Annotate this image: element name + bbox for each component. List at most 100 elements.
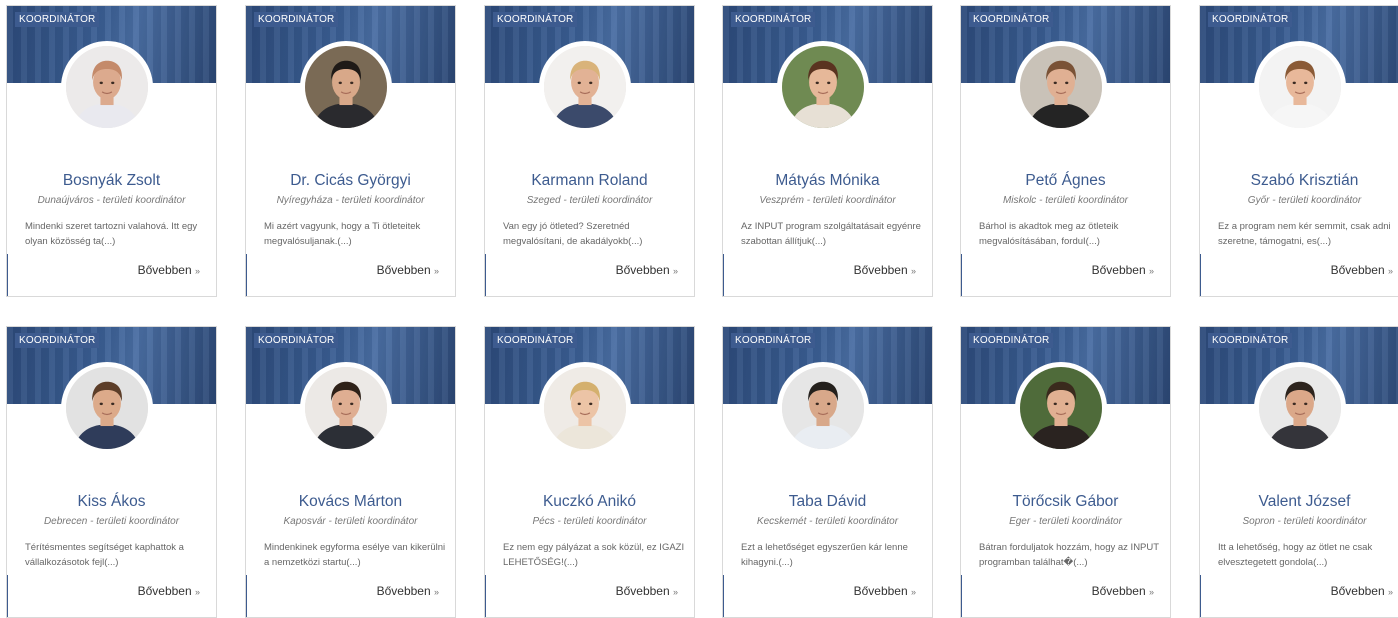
role-badge: KOORDINÁTOR bbox=[15, 333, 100, 348]
coordinator-description: Bátran forduljatok hozzám, hogy az INPUT… bbox=[979, 542, 1159, 568]
read-more-link[interactable]: Bővebben » bbox=[377, 263, 439, 277]
role-badge: KOORDINÁTOR bbox=[493, 12, 578, 27]
read-more-link[interactable]: Bővebben » bbox=[1331, 263, 1393, 277]
coordinator-name[interactable]: Valent József bbox=[1200, 493, 1398, 511]
coordinator-grid: KOORDINÁTOR Bosnyák Zsolt Dunaújváros - … bbox=[0, 0, 1398, 618]
coordinator-role: Dunaújváros - területi koordinátor bbox=[37, 195, 186, 206]
card-corner-accent bbox=[485, 254, 528, 296]
coordinator-description: Van egy jó ötleted? Szeretnéd megvalósít… bbox=[503, 221, 643, 247]
avatar[interactable] bbox=[1254, 362, 1346, 454]
read-more-link[interactable]: Bővebben » bbox=[854, 584, 916, 598]
coordinator-card[interactable]: KOORDINÁTOR Kiss Ákos Debrecen - terület… bbox=[6, 326, 217, 618]
avatar[interactable] bbox=[1254, 41, 1346, 133]
role-badge: KOORDINÁTOR bbox=[969, 333, 1054, 348]
coordinator-name[interactable]: Kovács Márton bbox=[246, 493, 455, 511]
coordinator-card[interactable]: KOORDINÁTOR Pető Ágnes Miskolc - terület… bbox=[960, 5, 1171, 297]
chevron-right-icon: » bbox=[1148, 587, 1154, 597]
role-badge: KOORDINÁTOR bbox=[15, 12, 100, 27]
card-corner-accent bbox=[1200, 575, 1243, 617]
avatar[interactable] bbox=[300, 362, 392, 454]
read-more-link[interactable]: Bővebben » bbox=[1331, 584, 1393, 598]
role-badge: KOORDINÁTOR bbox=[969, 12, 1054, 27]
read-more-link[interactable]: Bővebben » bbox=[1092, 584, 1154, 598]
coordinator-description: Ez a program nem kér semmit, csak adni s… bbox=[1218, 221, 1391, 247]
portrait-image bbox=[66, 367, 148, 449]
card-corner-accent bbox=[961, 254, 1004, 296]
portrait-image bbox=[1020, 367, 1102, 449]
coordinator-card[interactable]: KOORDINÁTOR Dr. Cicás Györgyi Nyíregyház… bbox=[245, 5, 456, 297]
read-more-link[interactable]: Bővebben » bbox=[1092, 263, 1154, 277]
avatar[interactable] bbox=[777, 41, 869, 133]
avatar[interactable] bbox=[539, 41, 631, 133]
coordinator-role: Sopron - területi koordinátor bbox=[1242, 516, 1367, 527]
portrait-image bbox=[66, 46, 148, 128]
avatar[interactable] bbox=[61, 362, 153, 454]
coordinator-name[interactable]: Dr. Cicás Györgyi bbox=[246, 172, 455, 190]
coordinator-role: Kaposvár - területi koordinátor bbox=[283, 516, 418, 527]
coordinator-role: Eger - területi koordinátor bbox=[1009, 516, 1122, 527]
coordinator-card[interactable]: KOORDINÁTOR Kuczkó Anikó Pécs - területi… bbox=[484, 326, 695, 618]
coordinator-role: Veszprém - területi koordinátor bbox=[759, 195, 896, 206]
portrait-image bbox=[1259, 367, 1341, 449]
read-more-link[interactable]: Bővebben » bbox=[616, 584, 678, 598]
coordinator-name[interactable]: Mátyás Mónika bbox=[723, 172, 932, 190]
chevron-right-icon: » bbox=[433, 266, 439, 276]
coordinator-name[interactable]: Karmann Roland bbox=[485, 172, 694, 190]
chevron-right-icon: » bbox=[672, 266, 678, 276]
avatar[interactable] bbox=[300, 41, 392, 133]
avatar[interactable] bbox=[777, 362, 869, 454]
card-corner-accent bbox=[485, 575, 528, 617]
coordinator-card[interactable]: KOORDINÁTOR Bosnyák Zsolt Dunaújváros - … bbox=[6, 5, 217, 297]
coordinator-name[interactable]: Bosnyák Zsolt bbox=[7, 172, 216, 190]
portrait-image bbox=[1259, 46, 1341, 128]
portrait-image bbox=[544, 367, 626, 449]
coordinator-role: Pécs - területi koordinátor bbox=[532, 516, 647, 527]
card-corner-accent bbox=[723, 575, 766, 617]
read-more-link[interactable]: Bővebben » bbox=[854, 263, 916, 277]
portrait-image bbox=[1020, 46, 1102, 128]
coordinator-card[interactable]: KOORDINÁTOR Szabó Krisztián Győr - terül… bbox=[1199, 5, 1398, 297]
portrait-image bbox=[544, 46, 626, 128]
avatar[interactable] bbox=[1015, 41, 1107, 133]
role-badge: KOORDINÁTOR bbox=[1208, 12, 1293, 27]
chevron-right-icon: » bbox=[910, 266, 916, 276]
coordinator-card[interactable]: KOORDINÁTOR Valent József Sopron - terül… bbox=[1199, 326, 1398, 618]
role-badge: KOORDINÁTOR bbox=[254, 333, 339, 348]
chevron-right-icon: » bbox=[433, 587, 439, 597]
coordinator-name[interactable]: Szabó Krisztián bbox=[1200, 172, 1398, 190]
coordinator-card[interactable]: KOORDINÁTOR Kovács Márton Kaposvár - ter… bbox=[245, 326, 456, 618]
coordinator-card[interactable]: KOORDINÁTOR Mátyás Mónika Veszprém - ter… bbox=[722, 5, 933, 297]
coordinator-name[interactable]: Kuczkó Anikó bbox=[485, 493, 694, 511]
read-more-link[interactable]: Bővebben » bbox=[377, 584, 439, 598]
coordinator-description: Bárhol is akadtok meg az ötleteik megval… bbox=[979, 221, 1119, 247]
coordinator-description: Mindenki szeret tartozni valahová. Itt e… bbox=[25, 221, 198, 247]
portrait-image bbox=[305, 367, 387, 449]
read-more-link[interactable]: Bővebben » bbox=[616, 263, 678, 277]
card-corner-accent bbox=[246, 254, 289, 296]
coordinator-role: Győr - területi koordinátor bbox=[1247, 195, 1362, 206]
coordinator-name[interactable]: Taba Dávid bbox=[723, 493, 932, 511]
coordinator-name[interactable]: Pető Ágnes bbox=[961, 172, 1170, 190]
chevron-right-icon: » bbox=[1387, 587, 1393, 597]
coordinator-role: Szeged - területi koordinátor bbox=[526, 195, 653, 206]
coordinator-name[interactable]: Törőcsik Gábor bbox=[961, 493, 1170, 511]
coordinator-card[interactable]: KOORDINÁTOR Törőcsik Gábor Eger - terüle… bbox=[960, 326, 1171, 618]
coordinator-card[interactable]: KOORDINÁTOR Karmann Roland Szeged - terü… bbox=[484, 5, 695, 297]
coordinator-card[interactable]: KOORDINÁTOR Taba Dávid Kecskemét - terül… bbox=[722, 326, 933, 618]
read-more-link[interactable]: Bővebben » bbox=[138, 263, 200, 277]
portrait-image bbox=[782, 367, 864, 449]
coordinator-name[interactable]: Kiss Ákos bbox=[7, 493, 216, 511]
coordinator-description: Térítésmentes segítséget kaphattok a vál… bbox=[25, 542, 184, 568]
avatar[interactable] bbox=[539, 362, 631, 454]
role-badge: KOORDINÁTOR bbox=[254, 12, 339, 27]
role-badge: KOORDINÁTOR bbox=[731, 12, 816, 27]
card-corner-accent bbox=[1200, 254, 1243, 296]
chevron-right-icon: » bbox=[910, 587, 916, 597]
chevron-right-icon: » bbox=[672, 587, 678, 597]
read-more-link[interactable]: Bővebben » bbox=[138, 584, 200, 598]
avatar[interactable] bbox=[1015, 362, 1107, 454]
coordinator-role: Kecskemét - területi koordinátor bbox=[756, 516, 899, 527]
card-corner-accent bbox=[723, 254, 766, 296]
chevron-right-icon: » bbox=[1148, 266, 1154, 276]
avatar[interactable] bbox=[61, 41, 153, 133]
